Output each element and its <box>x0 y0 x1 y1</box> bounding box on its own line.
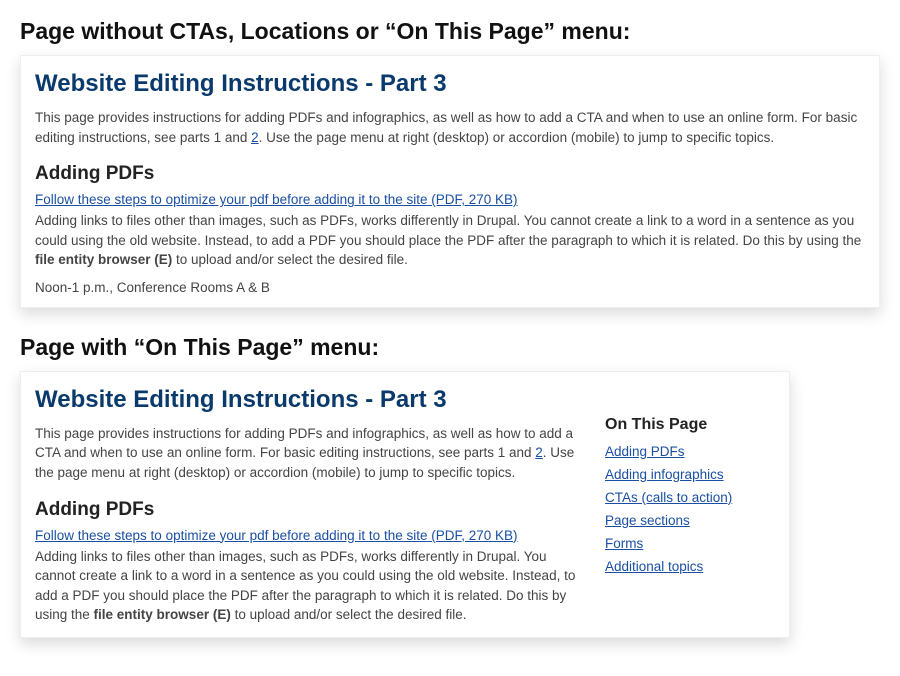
on-this-page-list: Adding PDFs Adding infographics CTAs (ca… <box>605 444 775 574</box>
otp-link-forms[interactable]: Forms <box>605 536 643 551</box>
page-title: Website Editing Instructions - Part 3 <box>35 70 865 98</box>
otp-link-page-sections[interactable]: Page sections <box>605 513 690 528</box>
example-panel-with-menu: Website Editing Instructions - Part 3 Th… <box>20 371 790 638</box>
on-this-page-heading: On This Page <box>605 416 775 434</box>
pdf-optimize-link[interactable]: Follow these steps to optimize your pdf … <box>35 528 518 543</box>
footer-line: Noon-1 p.m., Conference Rooms A & B <box>35 280 865 295</box>
intro-text: This page provides instructions for addi… <box>35 424 585 483</box>
main-column: Website Editing Instructions - Part 3 Th… <box>35 382 585 625</box>
on-this-page-sidebar: On This Page Adding PDFs Adding infograp… <box>605 382 775 625</box>
body-before: Adding links to files other than images,… <box>35 213 861 248</box>
intro-link-part2[interactable]: 2 <box>251 130 259 145</box>
pdf-body-text: Adding links to files other than images,… <box>35 211 865 270</box>
intro-text: This page provides instructions for addi… <box>35 108 865 147</box>
otp-link-adding-pdfs[interactable]: Adding PDFs <box>605 444 685 459</box>
section-heading-2: Page with “On This Page” menu: <box>20 334 880 361</box>
intro-after: . Use the page menu at right (desktop) o… <box>259 130 775 145</box>
body-after: to upload and/or select the desired file… <box>231 607 467 622</box>
otp-link-additional-topics[interactable]: Additional topics <box>605 559 703 574</box>
intro-before: This page provides instructions for addi… <box>35 426 573 461</box>
body-bold: file entity browser (E) <box>94 607 231 622</box>
example-panel-without-menu: Website Editing Instructions - Part 3 Th… <box>20 55 880 308</box>
page-title: Website Editing Instructions - Part 3 <box>35 386 585 414</box>
intro-link-part2[interactable]: 2 <box>535 445 543 460</box>
pdf-body-text: Adding links to files other than images,… <box>35 547 585 625</box>
subhead-adding-pdfs: Adding PDFs <box>35 163 865 185</box>
body-bold: file entity browser (E) <box>35 252 172 267</box>
body-after: to upload and/or select the desired file… <box>172 252 408 267</box>
otp-link-ctas[interactable]: CTAs (calls to action) <box>605 490 732 505</box>
section-heading-1: Page without CTAs, Locations or “On This… <box>20 18 880 45</box>
pdf-optimize-link[interactable]: Follow these steps to optimize your pdf … <box>35 192 518 207</box>
otp-link-adding-infographics[interactable]: Adding infographics <box>605 467 724 482</box>
subhead-adding-pdfs: Adding PDFs <box>35 499 585 521</box>
